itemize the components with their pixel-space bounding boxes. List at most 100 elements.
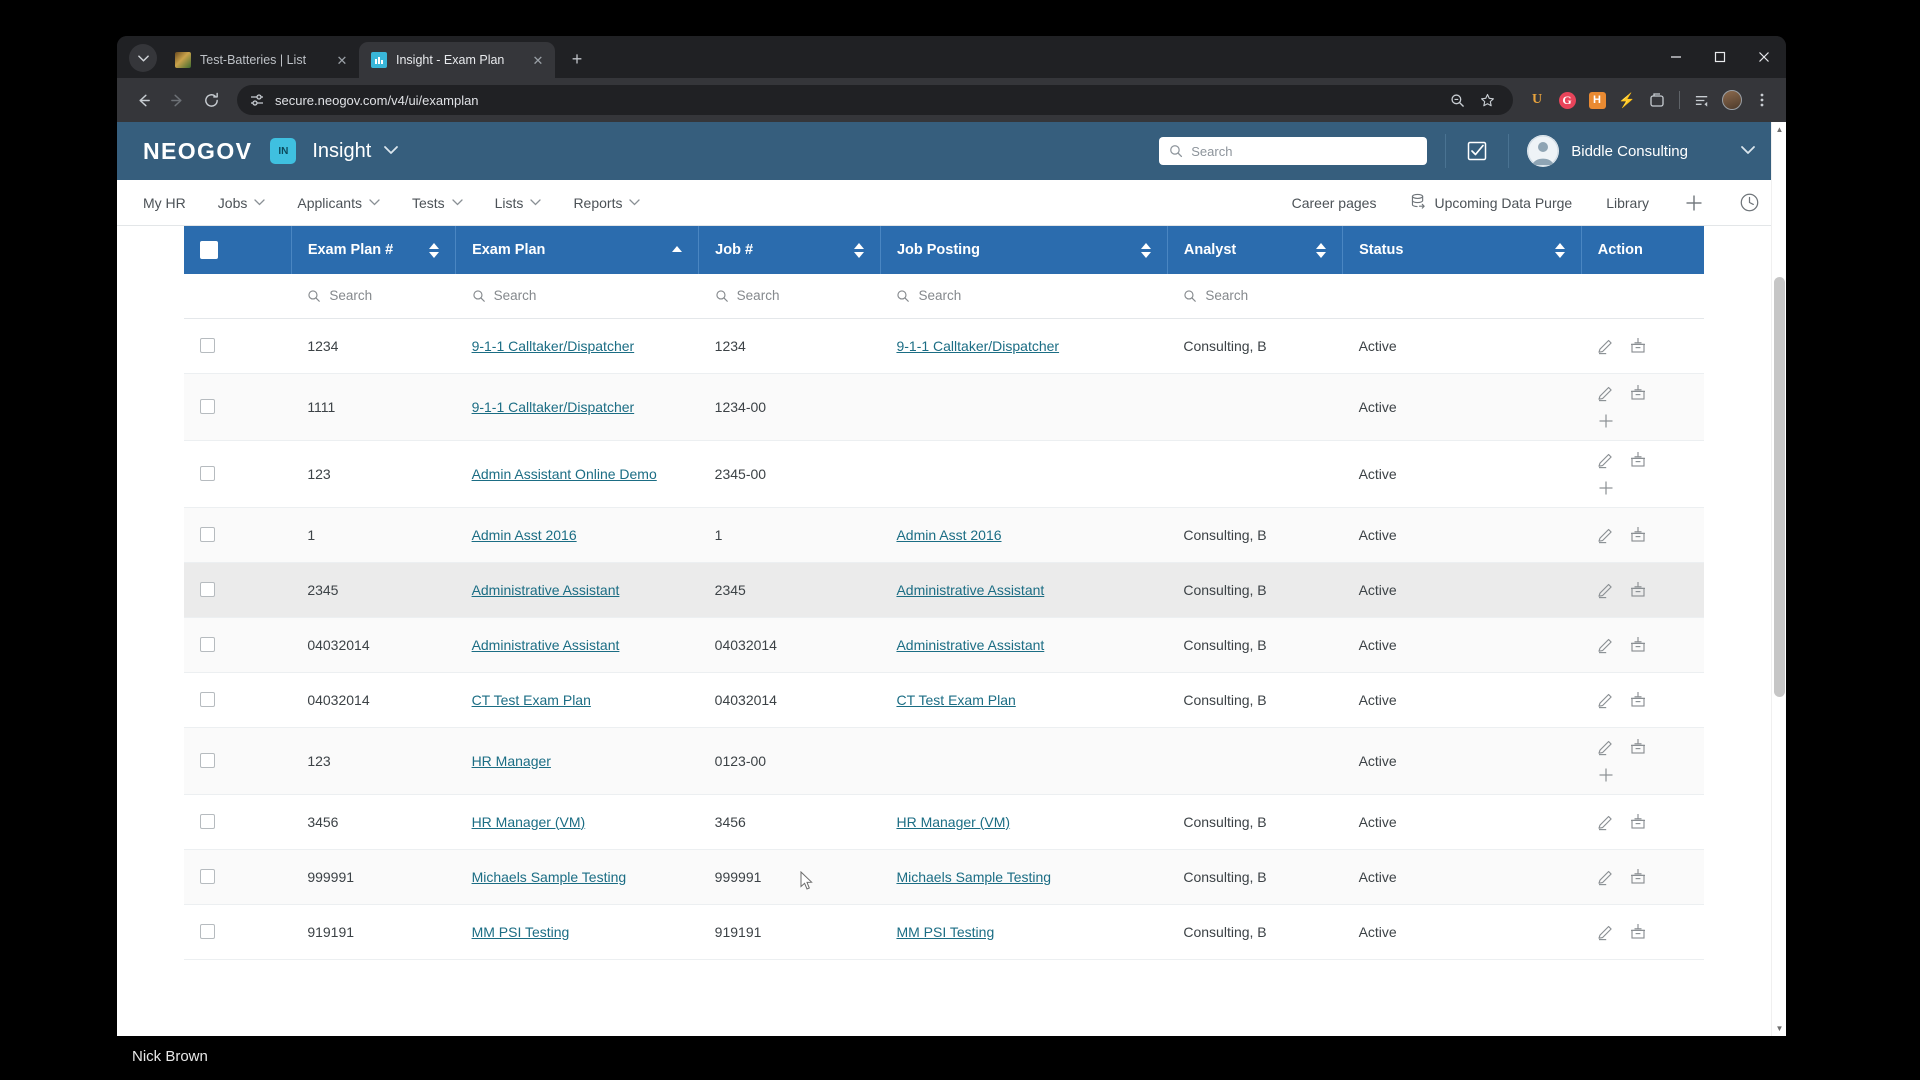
- grammarly-extension-icon[interactable]: G: [1553, 86, 1581, 114]
- row-checkbox[interactable]: [200, 692, 215, 707]
- edit-icon[interactable]: [1597, 691, 1615, 709]
- cell-job-posting[interactable]: HR Manager (VM): [880, 794, 1167, 849]
- cell-action[interactable]: [1581, 318, 1704, 373]
- cell-exam-plan[interactable]: CT Test Exam Plan: [456, 672, 699, 727]
- add-icon[interactable]: [1597, 412, 1615, 430]
- archive-icon[interactable]: [1629, 337, 1647, 355]
- archive-icon[interactable]: [1629, 526, 1647, 544]
- sort-icon[interactable]: [1555, 243, 1565, 258]
- history-button[interactable]: [1739, 192, 1760, 213]
- avatar[interactable]: [1527, 135, 1559, 167]
- nav-item-applicants[interactable]: Applicants: [297, 195, 380, 211]
- cell-action[interactable]: [1581, 727, 1704, 794]
- archive-icon[interactable]: [1629, 691, 1647, 709]
- cell-exam-plan[interactable]: MM PSI Testing: [456, 904, 699, 959]
- job-posting-link[interactable]: Administrative Assistant: [896, 637, 1044, 653]
- exam-plan-link[interactable]: HR Manager (VM): [472, 814, 586, 830]
- row-checkbox[interactable]: [200, 338, 215, 353]
- job-posting-link[interactable]: MM PSI Testing: [896, 924, 994, 940]
- exam-plan-link[interactable]: HR Manager: [472, 753, 551, 769]
- scroll-up-icon[interactable]: ▲: [1772, 122, 1786, 137]
- table-row[interactable]: 2345Administrative Assistant2345Administ…: [184, 562, 1704, 617]
- edit-icon[interactable]: [1597, 337, 1615, 355]
- archive-icon[interactable]: [1629, 813, 1647, 831]
- cell-exam-plan[interactable]: 9-1-1 Calltaker/Dispatcher: [456, 318, 699, 373]
- browser-tab-2[interactable]: Insight - Exam Plan ✕: [359, 42, 555, 78]
- neogov-logo[interactable]: NEOGOV: [143, 138, 252, 165]
- exam-plan-link[interactable]: CT Test Exam Plan: [472, 692, 591, 708]
- search-input-plannum[interactable]: Search: [307, 288, 439, 303]
- row-select-cell[interactable]: [184, 373, 291, 440]
- add-icon[interactable]: [1597, 766, 1615, 784]
- browser-menu-icon[interactable]: [1748, 86, 1776, 114]
- table-row[interactable]: 04032014CT Test Exam Plan04032014CT Test…: [184, 672, 1704, 727]
- cell-exam-plan[interactable]: HR Manager: [456, 727, 699, 794]
- row-checkbox[interactable]: [200, 637, 215, 652]
- search-input-analyst[interactable]: Search: [1183, 288, 1326, 303]
- wallet-extension-icon[interactable]: [1643, 86, 1671, 114]
- archive-icon[interactable]: [1629, 581, 1647, 599]
- bookmark-star-icon[interactable]: [1473, 86, 1501, 114]
- user-menu-chevron-icon[interactable]: [1740, 142, 1756, 160]
- profile-avatar[interactable]: [1718, 86, 1746, 114]
- job-posting-link[interactable]: HR Manager (VM): [896, 814, 1010, 830]
- scroll-down-icon[interactable]: ▼: [1772, 1021, 1786, 1036]
- row-select-cell[interactable]: [184, 318, 291, 373]
- reading-list-icon[interactable]: [1688, 86, 1716, 114]
- exam-plan-link[interactable]: 9-1-1 Calltaker/Dispatcher: [472, 338, 635, 354]
- edit-icon[interactable]: [1597, 451, 1615, 469]
- cell-action[interactable]: [1581, 672, 1704, 727]
- row-checkbox[interactable]: [200, 399, 215, 414]
- column-header-select-all[interactable]: [184, 226, 291, 274]
- tab-search-button[interactable]: [129, 44, 157, 72]
- close-window-icon[interactable]: [1742, 36, 1786, 78]
- exam-plan-link[interactable]: Administrative Assistant: [472, 582, 620, 598]
- cell-job-posting[interactable]: Administrative Assistant: [880, 617, 1167, 672]
- close-icon[interactable]: ✕: [529, 51, 547, 69]
- row-checkbox[interactable]: [200, 527, 215, 542]
- job-posting-link[interactable]: Administrative Assistant: [896, 582, 1044, 598]
- cell-action[interactable]: [1581, 440, 1704, 507]
- cell-job-posting[interactable]: 9-1-1 Calltaker/Dispatcher: [880, 318, 1167, 373]
- archive-icon[interactable]: [1629, 636, 1647, 654]
- table-row[interactable]: 123Admin Assistant Online Demo2345-00Act…: [184, 440, 1704, 507]
- reload-icon[interactable]: [195, 84, 227, 116]
- row-select-cell[interactable]: [184, 562, 291, 617]
- row-select-cell[interactable]: [184, 794, 291, 849]
- search-input-jobnum[interactable]: Search: [715, 288, 865, 303]
- scrollbar-thumb[interactable]: [1774, 277, 1785, 697]
- filter-cell-posting[interactable]: Search: [880, 274, 1167, 318]
- edit-icon[interactable]: [1597, 526, 1615, 544]
- sort-icon[interactable]: [1141, 243, 1151, 258]
- filter-cell-jobnum[interactable]: Search: [699, 274, 881, 318]
- cell-action[interactable]: [1581, 617, 1704, 672]
- cell-job-posting[interactable]: [880, 440, 1167, 507]
- filter-cell-plannum[interactable]: Search: [291, 274, 455, 318]
- search-input-plan[interactable]: Search: [472, 288, 683, 303]
- job-posting-link[interactable]: CT Test Exam Plan: [896, 692, 1015, 708]
- table-row[interactable]: 999991Michaels Sample Testing999991Micha…: [184, 849, 1704, 904]
- product-name[interactable]: Insight: [312, 140, 371, 163]
- cell-exam-plan[interactable]: Administrative Assistant: [456, 562, 699, 617]
- job-posting-link[interactable]: Admin Asst 2016: [896, 527, 1001, 543]
- edit-icon[interactable]: [1597, 636, 1615, 654]
- sort-icon[interactable]: [1316, 243, 1326, 258]
- cell-exam-plan[interactable]: HR Manager (VM): [456, 794, 699, 849]
- column-header-analyst[interactable]: Analyst: [1167, 226, 1342, 274]
- minimize-icon[interactable]: [1654, 36, 1698, 78]
- sort-icon[interactable]: [854, 243, 864, 258]
- row-checkbox[interactable]: [200, 924, 215, 939]
- add-button[interactable]: [1683, 192, 1705, 214]
- maximize-icon[interactable]: [1698, 36, 1742, 78]
- cell-action[interactable]: [1581, 373, 1704, 440]
- table-row[interactable]: 1Admin Asst 20161Admin Asst 2016Consulti…: [184, 507, 1704, 562]
- edit-icon[interactable]: [1597, 738, 1615, 756]
- archive-icon[interactable]: [1629, 868, 1647, 886]
- archive-icon[interactable]: [1629, 923, 1647, 941]
- sort-icon[interactable]: [429, 243, 439, 258]
- table-row[interactable]: 919191MM PSI Testing919191MM PSI Testing…: [184, 904, 1704, 959]
- filter-cell-analyst[interactable]: Search: [1167, 274, 1342, 318]
- edit-icon[interactable]: [1597, 868, 1615, 886]
- table-row[interactable]: 04032014Administrative Assistant04032014…: [184, 617, 1704, 672]
- archive-icon[interactable]: [1629, 451, 1647, 469]
